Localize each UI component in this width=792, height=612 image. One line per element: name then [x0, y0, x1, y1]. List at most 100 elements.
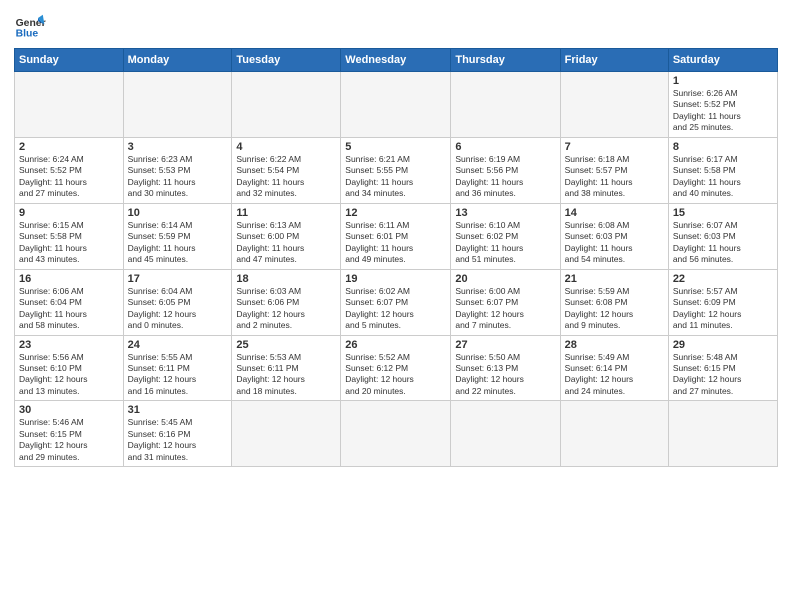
day-number: 25	[236, 339, 336, 351]
calendar-week-row: 2Sunrise: 6:24 AM Sunset: 5:52 PM Daylig…	[15, 137, 778, 203]
day-number: 28	[565, 339, 664, 351]
calendar-cell: 8Sunrise: 6:17 AM Sunset: 5:58 PM Daylig…	[668, 137, 777, 203]
calendar-cell	[560, 72, 668, 138]
calendar-cell: 12Sunrise: 6:11 AM Sunset: 6:01 PM Dayli…	[341, 203, 451, 269]
day-info: Sunrise: 5:48 AM Sunset: 6:15 PM Dayligh…	[673, 352, 773, 398]
calendar-cell: 2Sunrise: 6:24 AM Sunset: 5:52 PM Daylig…	[15, 137, 124, 203]
day-info: Sunrise: 6:24 AM Sunset: 5:52 PM Dayligh…	[19, 154, 119, 200]
day-number: 9	[19, 207, 119, 219]
day-info: Sunrise: 6:02 AM Sunset: 6:07 PM Dayligh…	[345, 286, 446, 332]
weekday-header-sunday: Sunday	[15, 49, 124, 72]
calendar-cell	[341, 401, 451, 467]
page: General Blue SundayMondayTuesdayWednesda…	[0, 0, 792, 612]
calendar-cell: 25Sunrise: 5:53 AM Sunset: 6:11 PM Dayli…	[232, 335, 341, 401]
calendar-cell: 18Sunrise: 6:03 AM Sunset: 6:06 PM Dayli…	[232, 269, 341, 335]
day-info: Sunrise: 6:18 AM Sunset: 5:57 PM Dayligh…	[565, 154, 664, 200]
day-info: Sunrise: 6:21 AM Sunset: 5:55 PM Dayligh…	[345, 154, 446, 200]
day-info: Sunrise: 5:46 AM Sunset: 6:15 PM Dayligh…	[19, 417, 119, 463]
calendar-cell: 17Sunrise: 6:04 AM Sunset: 6:05 PM Dayli…	[123, 269, 232, 335]
calendar-cell	[232, 401, 341, 467]
calendar-cell: 11Sunrise: 6:13 AM Sunset: 6:00 PM Dayli…	[232, 203, 341, 269]
calendar-week-row: 23Sunrise: 5:56 AM Sunset: 6:10 PM Dayli…	[15, 335, 778, 401]
day-number: 31	[128, 404, 228, 416]
calendar-cell	[232, 72, 341, 138]
calendar-week-row: 16Sunrise: 6:06 AM Sunset: 6:04 PM Dayli…	[15, 269, 778, 335]
weekday-header-saturday: Saturday	[668, 49, 777, 72]
day-number: 20	[455, 273, 555, 285]
calendar-cell: 26Sunrise: 5:52 AM Sunset: 6:12 PM Dayli…	[341, 335, 451, 401]
calendar-week-row: 1Sunrise: 6:26 AM Sunset: 5:52 PM Daylig…	[15, 72, 778, 138]
day-info: Sunrise: 5:56 AM Sunset: 6:10 PM Dayligh…	[19, 352, 119, 398]
day-info: Sunrise: 6:10 AM Sunset: 6:02 PM Dayligh…	[455, 220, 555, 266]
calendar-week-row: 9Sunrise: 6:15 AM Sunset: 5:58 PM Daylig…	[15, 203, 778, 269]
calendar-cell: 21Sunrise: 5:59 AM Sunset: 6:08 PM Dayli…	[560, 269, 668, 335]
calendar-cell: 6Sunrise: 6:19 AM Sunset: 5:56 PM Daylig…	[451, 137, 560, 203]
calendar-cell: 1Sunrise: 6:26 AM Sunset: 5:52 PM Daylig…	[668, 72, 777, 138]
calendar-cell: 28Sunrise: 5:49 AM Sunset: 6:14 PM Dayli…	[560, 335, 668, 401]
day-info: Sunrise: 6:04 AM Sunset: 6:05 PM Dayligh…	[128, 286, 228, 332]
day-number: 7	[565, 141, 664, 153]
day-number: 23	[19, 339, 119, 351]
calendar-cell: 13Sunrise: 6:10 AM Sunset: 6:02 PM Dayli…	[451, 203, 560, 269]
calendar-cell: 15Sunrise: 6:07 AM Sunset: 6:03 PM Dayli…	[668, 203, 777, 269]
day-number: 14	[565, 207, 664, 219]
day-number: 18	[236, 273, 336, 285]
calendar-cell: 10Sunrise: 6:14 AM Sunset: 5:59 PM Dayli…	[123, 203, 232, 269]
day-info: Sunrise: 5:57 AM Sunset: 6:09 PM Dayligh…	[673, 286, 773, 332]
calendar-cell: 16Sunrise: 6:06 AM Sunset: 6:04 PM Dayli…	[15, 269, 124, 335]
generalblue-icon: General Blue	[14, 10, 46, 42]
weekday-header-friday: Friday	[560, 49, 668, 72]
day-number: 22	[673, 273, 773, 285]
day-number: 6	[455, 141, 555, 153]
day-info: Sunrise: 6:00 AM Sunset: 6:07 PM Dayligh…	[455, 286, 555, 332]
day-number: 2	[19, 141, 119, 153]
day-info: Sunrise: 6:03 AM Sunset: 6:06 PM Dayligh…	[236, 286, 336, 332]
day-info: Sunrise: 5:49 AM Sunset: 6:14 PM Dayligh…	[565, 352, 664, 398]
calendar-cell: 4Sunrise: 6:22 AM Sunset: 5:54 PM Daylig…	[232, 137, 341, 203]
day-info: Sunrise: 6:26 AM Sunset: 5:52 PM Dayligh…	[673, 88, 773, 134]
day-info: Sunrise: 6:22 AM Sunset: 5:54 PM Dayligh…	[236, 154, 336, 200]
day-info: Sunrise: 6:15 AM Sunset: 5:58 PM Dayligh…	[19, 220, 119, 266]
calendar-cell: 20Sunrise: 6:00 AM Sunset: 6:07 PM Dayli…	[451, 269, 560, 335]
calendar-cell: 14Sunrise: 6:08 AM Sunset: 6:03 PM Dayli…	[560, 203, 668, 269]
day-number: 4	[236, 141, 336, 153]
calendar-cell: 24Sunrise: 5:55 AM Sunset: 6:11 PM Dayli…	[123, 335, 232, 401]
calendar-cell: 5Sunrise: 6:21 AM Sunset: 5:55 PM Daylig…	[341, 137, 451, 203]
calendar-cell: 29Sunrise: 5:48 AM Sunset: 6:15 PM Dayli…	[668, 335, 777, 401]
weekday-header-monday: Monday	[123, 49, 232, 72]
day-number: 11	[236, 207, 336, 219]
svg-text:Blue: Blue	[16, 28, 39, 39]
calendar-cell: 27Sunrise: 5:50 AM Sunset: 6:13 PM Dayli…	[451, 335, 560, 401]
day-info: Sunrise: 6:13 AM Sunset: 6:00 PM Dayligh…	[236, 220, 336, 266]
day-number: 30	[19, 404, 119, 416]
calendar-week-row: 30Sunrise: 5:46 AM Sunset: 6:15 PM Dayli…	[15, 401, 778, 467]
day-number: 16	[19, 273, 119, 285]
calendar-table: SundayMondayTuesdayWednesdayThursdayFrid…	[14, 48, 778, 467]
calendar-cell	[341, 72, 451, 138]
day-number: 8	[673, 141, 773, 153]
day-info: Sunrise: 5:52 AM Sunset: 6:12 PM Dayligh…	[345, 352, 446, 398]
weekday-header-wednesday: Wednesday	[341, 49, 451, 72]
day-number: 10	[128, 207, 228, 219]
weekday-header-thursday: Thursday	[451, 49, 560, 72]
calendar-cell	[123, 72, 232, 138]
day-number: 12	[345, 207, 446, 219]
calendar-cell	[451, 401, 560, 467]
day-info: Sunrise: 5:59 AM Sunset: 6:08 PM Dayligh…	[565, 286, 664, 332]
calendar-cell	[15, 72, 124, 138]
day-info: Sunrise: 5:50 AM Sunset: 6:13 PM Dayligh…	[455, 352, 555, 398]
calendar-cell: 9Sunrise: 6:15 AM Sunset: 5:58 PM Daylig…	[15, 203, 124, 269]
calendar-cell: 7Sunrise: 6:18 AM Sunset: 5:57 PM Daylig…	[560, 137, 668, 203]
calendar-cell	[451, 72, 560, 138]
logo: General Blue	[14, 10, 46, 42]
day-info: Sunrise: 6:14 AM Sunset: 5:59 PM Dayligh…	[128, 220, 228, 266]
day-number: 17	[128, 273, 228, 285]
day-number: 27	[455, 339, 555, 351]
day-number: 24	[128, 339, 228, 351]
day-info: Sunrise: 6:07 AM Sunset: 6:03 PM Dayligh…	[673, 220, 773, 266]
calendar-cell: 30Sunrise: 5:46 AM Sunset: 6:15 PM Dayli…	[15, 401, 124, 467]
calendar-cell	[668, 401, 777, 467]
day-info: Sunrise: 5:45 AM Sunset: 6:16 PM Dayligh…	[128, 417, 228, 463]
day-info: Sunrise: 6:06 AM Sunset: 6:04 PM Dayligh…	[19, 286, 119, 332]
day-number: 5	[345, 141, 446, 153]
